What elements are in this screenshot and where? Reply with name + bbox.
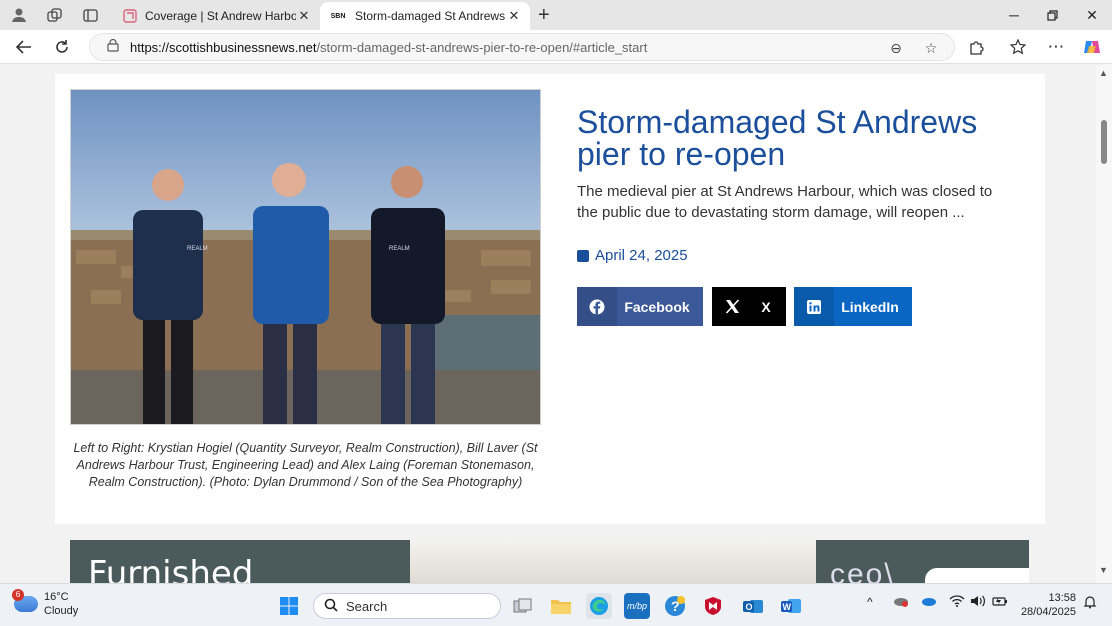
shirt-logo: REALM [187, 246, 208, 252]
tab-title: Storm-damaged St Andrews pier [355, 9, 506, 23]
clock-date: 28/04/2025 [1020, 606, 1076, 618]
favorites-icon[interactable] [1006, 36, 1030, 58]
share-facebook-label: Facebook [624, 298, 690, 315]
weather-badge: 6 [12, 589, 24, 601]
copilot-icon[interactable] [1080, 36, 1104, 58]
share-x-label: X [761, 298, 771, 315]
article-photo: REALM REALM [70, 89, 541, 425]
start-button[interactable] [276, 593, 302, 619]
search-icon [324, 598, 338, 615]
svg-text:O: O [746, 602, 753, 612]
volume-icon[interactable] [970, 595, 986, 610]
weather-widget[interactable]: 6 16°C Cloudy [12, 589, 79, 618]
calendar-icon [577, 249, 589, 262]
article-excerpt: The medieval pier at St Andrews Harbour,… [577, 183, 993, 221]
tab-favicon-icon [122, 8, 138, 24]
article-card: REALM REALM Left to Right: Krystian Hogi… [55, 74, 1045, 524]
sbn-favicon: SBN [330, 12, 346, 20]
clock-time: 13:58 [1048, 592, 1076, 604]
browser-toolbar: https://scottishbusinessnews.net/storm-d… [0, 30, 1112, 64]
show-hidden-icons[interactable]: ^ [867, 595, 873, 609]
cloud-icon: 6 [12, 589, 38, 612]
close-tab-icon[interactable]: ✕ [296, 8, 312, 24]
scroll-up-icon[interactable]: ▲ [1099, 68, 1108, 78]
weather-condition: Cloudy [44, 605, 79, 617]
file-explorer-icon[interactable] [548, 593, 574, 619]
wifi-icon[interactable] [949, 595, 965, 610]
address-bar[interactable]: https://scottishbusinessnews.net/storm-d… [89, 33, 955, 61]
refresh-icon[interactable] [50, 36, 74, 58]
profile-icon[interactable] [8, 4, 30, 26]
outlook-icon[interactable]: O [740, 593, 766, 619]
mybp-app-icon[interactable]: m/bp [624, 593, 650, 619]
banner-overlay-pill [925, 568, 1029, 583]
article-date: April 24, 2025 [577, 247, 688, 264]
share-x-button[interactable]: X [712, 287, 786, 326]
onedrive-error-icon[interactable] [893, 595, 909, 610]
scrollbar-thumb[interactable] [1101, 120, 1107, 164]
battery-icon[interactable] [992, 595, 1008, 610]
facebook-icon [577, 287, 617, 326]
taskbar: 6 16°C Cloudy Search m/bp ? O W ^ 13:58 … [0, 583, 1112, 626]
menu-icon[interactable]: ⋯ [1044, 36, 1068, 58]
url-host: https://scottishbusinessnews.net [130, 39, 317, 55]
back-icon[interactable] [12, 36, 36, 58]
banner-image [410, 540, 816, 583]
site-info-icon[interactable] [100, 38, 126, 55]
page-scrollbar[interactable]: ▲ ▼ [1096, 65, 1112, 583]
tab-coverage[interactable]: Coverage | St Andrew Harbour Tr ✕ [114, 2, 320, 30]
close-tab-icon[interactable]: ✕ [506, 8, 522, 24]
favorite-star-icon[interactable]: ☆ [920, 38, 942, 58]
extensions-icon[interactable] [964, 36, 988, 58]
new-tab-button[interactable]: + [538, 4, 550, 27]
mcafee-icon[interactable] [700, 593, 726, 619]
url-path: /storm-damaged-st-andrews-pier-to-re-ope… [316, 39, 648, 55]
page-viewport: REALM REALM Left to Right: Krystian Hogi… [0, 65, 1096, 583]
onedrive-icon[interactable] [921, 595, 937, 610]
taskbar-search[interactable]: Search [313, 593, 501, 619]
help-icon[interactable]: ? [662, 593, 688, 619]
url-text[interactable]: https://scottishbusinessnews.net/storm-d… [130, 40, 647, 55]
vertical-tabs-icon[interactable] [79, 4, 101, 26]
weather-temperature: 16°C [44, 591, 69, 603]
more-tools-icon[interactable]: ⊖ [885, 38, 907, 58]
svg-text:W: W [783, 602, 792, 612]
edge-icon[interactable] [586, 593, 612, 619]
banner-right-text: ceo\ [830, 558, 895, 583]
minimize-button[interactable]: ─ [995, 4, 1033, 26]
linkedin-icon [794, 287, 834, 326]
article-headline[interactable]: Storm-damaged St Andrews pier to re-open [577, 106, 1017, 170]
advert-banner[interactable]: Furnished ceo\ [70, 540, 1029, 583]
share-linkedin-button[interactable]: LinkedIn [794, 287, 912, 326]
system-clock[interactable]: 13:58 28/04/2025 [1016, 591, 1076, 619]
shirt-logo: REALM [389, 246, 410, 252]
notifications-icon[interactable] [1083, 595, 1097, 612]
close-window-button[interactable]: ✕ [1073, 4, 1111, 26]
scroll-down-icon[interactable]: ▼ [1099, 565, 1108, 575]
restore-button[interactable] [1033, 4, 1071, 26]
task-view-icon[interactable] [510, 593, 536, 619]
tab-bar: Coverage | St Andrew Harbour Tr ✕ SBN St… [0, 0, 1112, 30]
tab-storm-damaged[interactable]: SBN Storm-damaged St Andrews pier ✕ [320, 2, 530, 30]
share-linkedin-label: LinkedIn [841, 298, 899, 315]
photo-caption: Left to Right: Krystian Hogiel (Quantity… [73, 441, 538, 489]
word-icon[interactable]: W [778, 593, 804, 619]
workspaces-icon[interactable] [43, 4, 65, 26]
search-placeholder: Search [346, 598, 388, 614]
banner-left-text: Furnished [88, 554, 254, 583]
article-date-text: April 24, 2025 [595, 247, 688, 264]
tab-title: Coverage | St Andrew Harbour Tr [145, 9, 296, 23]
share-facebook-button[interactable]: Facebook [577, 287, 703, 326]
x-logo-icon [712, 287, 752, 326]
